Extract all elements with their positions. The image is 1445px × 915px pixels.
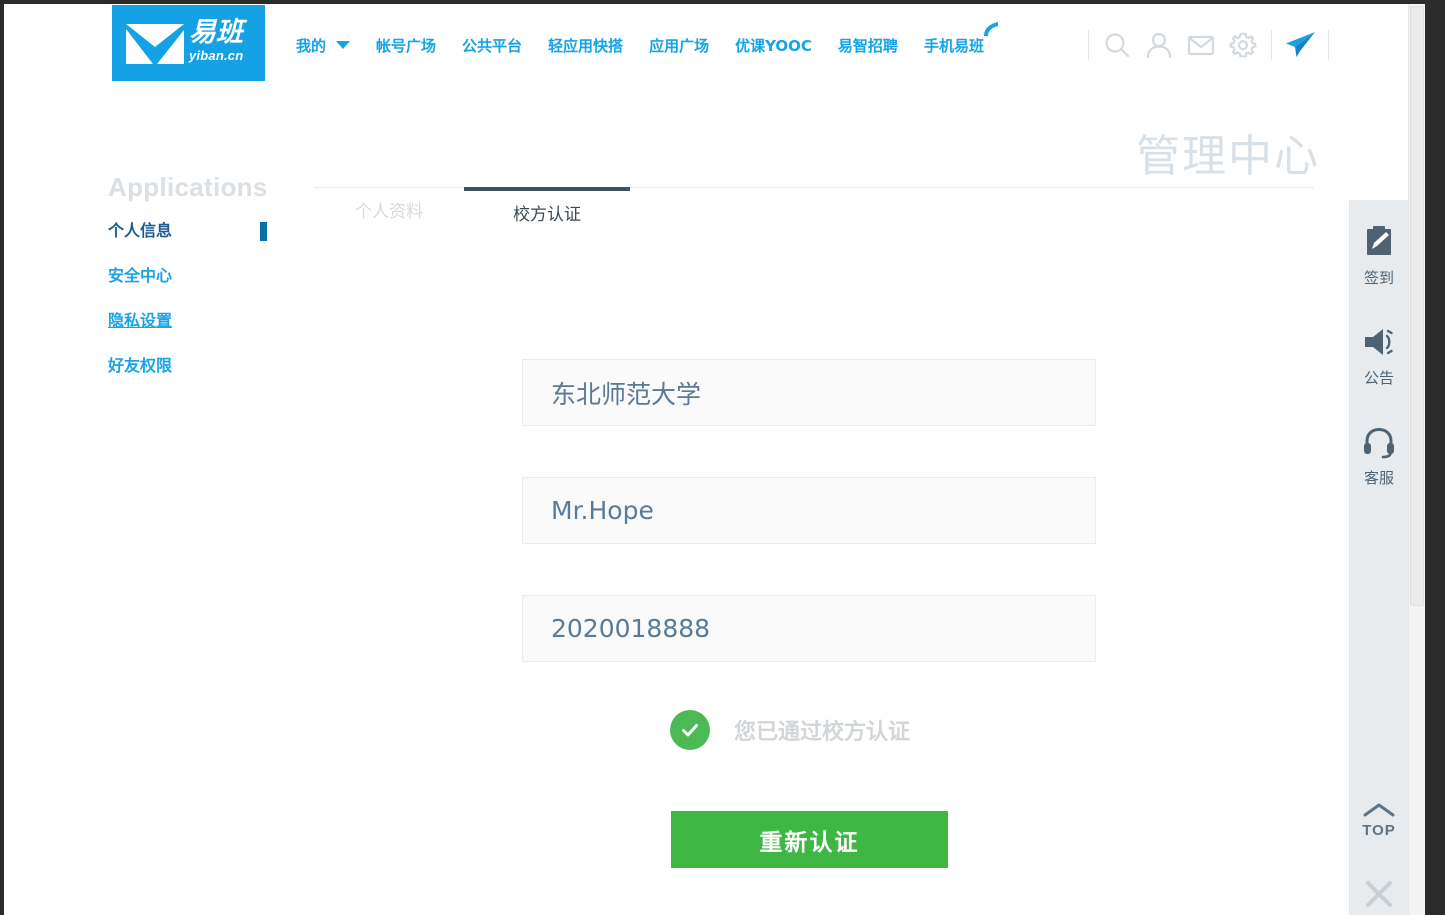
check-circle-icon	[670, 710, 710, 750]
sidebar-heading: Applications	[108, 172, 268, 202]
nav-item-mine[interactable]: 我的	[296, 35, 351, 56]
tab-personal-profile[interactable]: 个人资料	[314, 187, 464, 236]
rail-item-support[interactable]: 客服	[1350, 406, 1408, 506]
verification-status: 您已通过校方认证	[522, 703, 1098, 757]
divider	[1328, 30, 1329, 60]
studentid-field[interactable]: 2020018888	[522, 595, 1096, 662]
sidebar-item-friend-permissions[interactable]: 好友权限	[108, 343, 298, 388]
nav-item-yooc[interactable]: 优课YOOC	[735, 35, 812, 56]
right-rail: 签到 公告 客服 TOP	[1349, 200, 1409, 915]
divider	[1088, 30, 1089, 60]
nav-item-mobile-yiban[interactable]: 手机易班	[923, 21, 998, 56]
page-scrollbar[interactable]	[1408, 4, 1425, 915]
school-verification-form: 东北师范大学 Mr.Hope 2020018888 您已通过校方认证	[522, 359, 1098, 757]
main-panel: 个人资料 校方认证 东北师范大学 Mr.Hope 2020018888 您已通过…	[314, 187, 1314, 868]
divider	[1271, 30, 1272, 60]
nav-label: 易智招聘	[837, 36, 898, 55]
tab-school-verification[interactable]: 校方认证	[464, 187, 630, 239]
rail-spacer	[1350, 506, 1408, 782]
status-badge: 您已通过校方认证	[734, 720, 911, 745]
sidebar-item-label: 安全中心	[108, 266, 173, 285]
tab-label: 个人资料	[355, 202, 423, 222]
rail-item-checkin[interactable]: 签到	[1350, 206, 1408, 306]
nav-label: 我的	[296, 36, 327, 55]
nav-item-public-platform[interactable]: 公共平台	[462, 35, 522, 56]
active-indicator-icon	[260, 222, 267, 241]
nav-label: 轻应用快搭	[548, 36, 624, 55]
nav-item-app-square[interactable]: 应用广场	[649, 35, 709, 56]
sidebar-item-personal-info[interactable]: 个人信息	[108, 208, 298, 253]
close-icon	[1366, 881, 1392, 907]
browser-viewport: 易班 yiban.cn 我的 帐号广场 公共平台 轻应用快搭 应用广场 优课YO…	[0, 0, 1445, 915]
envelope-logo-icon	[126, 24, 184, 64]
tab-label: 校方认证	[513, 205, 581, 225]
rail-item-label: 客服	[1363, 469, 1394, 487]
scroll-to-top-label: TOP	[1362, 821, 1396, 839]
logo-cn-text: 易班	[189, 17, 243, 48]
tab-bar: 个人资料 校方认证	[314, 187, 1314, 236]
sidebar-item-security-center[interactable]: 安全中心	[108, 253, 298, 298]
main-navigation: 我的 帐号广场 公共平台 轻应用快搭 应用广场 优课YOOC 易智招聘 手机易班	[296, 21, 998, 58]
chevron-down-icon	[336, 41, 351, 49]
megaphone-icon	[1365, 329, 1393, 355]
reverify-button[interactable]: 重新认证	[671, 811, 948, 868]
nav-item-account-square[interactable]: 帐号广场	[376, 35, 436, 56]
scroll-to-top-button[interactable]: TOP	[1350, 782, 1408, 858]
headset-icon	[1364, 427, 1394, 459]
search-icon[interactable]	[1096, 26, 1138, 64]
nav-item-recruit[interactable]: 易智招聘	[838, 35, 898, 56]
nav-label: 公共平台	[462, 36, 523, 55]
school-field[interactable]: 东北师范大学	[522, 359, 1096, 426]
wifi-signal-icon	[983, 21, 998, 36]
nav-label: 应用广场	[649, 36, 710, 55]
realname-field[interactable]: Mr.Hope	[522, 477, 1096, 544]
logo-wordmark: 易班 yiban.cn	[189, 18, 261, 70]
scrollbar-thumb[interactable]	[1410, 6, 1424, 606]
sidebar-item-label: 隐私设置	[108, 311, 173, 330]
gear-icon[interactable]	[1222, 26, 1264, 64]
clipboard-pen-icon	[1367, 226, 1391, 255]
nav-label: 手机易班	[923, 36, 984, 55]
page-title: 管理中心	[1136, 131, 1320, 182]
paper-plane-icon[interactable]	[1279, 26, 1321, 64]
rail-item-label: 公告	[1363, 369, 1394, 387]
nav-label: 优课YOOC	[735, 36, 812, 55]
logo-en-text: yiban.cn	[189, 48, 244, 63]
chevron-up-icon	[1363, 803, 1395, 816]
sidebar-item-privacy-settings[interactable]: 隐私设置	[108, 298, 298, 343]
nav-item-light-app-builder[interactable]: 轻应用快搭	[548, 35, 623, 56]
nav-label: 帐号广场	[376, 36, 437, 55]
rail-item-announcement[interactable]: 公告	[1350, 306, 1408, 406]
mail-icon[interactable]	[1180, 26, 1222, 64]
user-icon[interactable]	[1138, 26, 1180, 64]
page-canvas: 易班 yiban.cn 我的 帐号广场 公共平台 轻应用快搭 应用广场 优课YO…	[4, 4, 1425, 915]
left-sidebar: Applications 个人信息 安全中心 隐私设置 好友权限	[108, 172, 298, 388]
yiban-logo[interactable]: 易班 yiban.cn	[112, 5, 265, 81]
site-header: 易班 yiban.cn 我的 帐号广场 公共平台 轻应用快搭 应用广场 优课YO…	[4, 4, 1425, 83]
rail-item-label: 签到	[1363, 269, 1394, 287]
sidebar-item-label: 好友权限	[108, 356, 173, 375]
header-icon-group	[1081, 26, 1336, 64]
close-rail-button[interactable]	[1350, 858, 1408, 915]
sidebar-item-label: 个人信息	[108, 221, 173, 240]
